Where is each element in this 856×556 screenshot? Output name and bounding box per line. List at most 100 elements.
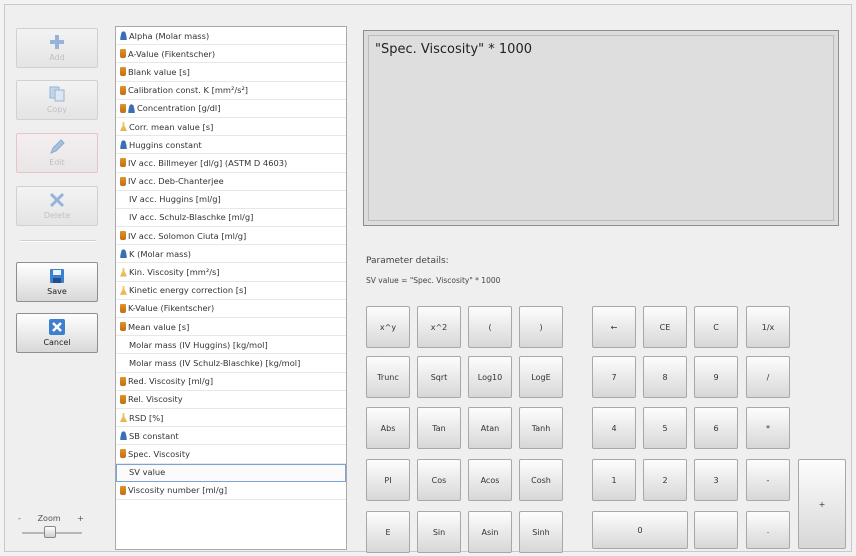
copy-button[interactable]: Copy bbox=[16, 80, 98, 120]
user-icon bbox=[120, 249, 127, 259]
bottle-icon bbox=[120, 103, 126, 113]
calc-func-key[interactable]: Tan bbox=[417, 407, 461, 449]
calc-func-key[interactable]: Sin bbox=[417, 511, 461, 553]
parameter-item-label: K (Molar mass) bbox=[129, 248, 192, 259]
parameter-item[interactable]: IV acc. Deb-Chanterjee bbox=[116, 173, 346, 191]
save-button-label: Save bbox=[47, 287, 67, 296]
cancel-button[interactable]: Cancel bbox=[16, 313, 98, 353]
parameter-list[interactable]: Alpha (Molar mass) A-Value (Fikentscher) B… bbox=[115, 26, 347, 550]
calc-num-key[interactable]: 5 bbox=[643, 407, 687, 449]
parameter-item[interactable]: SV value bbox=[116, 463, 346, 482]
calc-func-key[interactable]: x^y bbox=[366, 306, 410, 348]
zoom-slider-thumb[interactable] bbox=[44, 526, 56, 538]
calc-func-key[interactable]: Abs bbox=[366, 407, 410, 449]
parameter-item[interactable]: IV acc. Huggins [ml/g] bbox=[116, 191, 346, 209]
formula-editor[interactable]: "Spec. Viscosity" * 1000 bbox=[363, 30, 839, 226]
calc-func-key[interactable]: Log10 bbox=[468, 356, 512, 398]
delete-button-label: Delete bbox=[43, 211, 71, 220]
add-button-label: Add bbox=[49, 53, 65, 62]
calc-num-key[interactable]: 3 bbox=[694, 459, 738, 501]
calc-func-key[interactable]: E bbox=[366, 511, 410, 553]
parameter-item[interactable]: Blank value [s] bbox=[116, 63, 346, 82]
bottle-icon bbox=[120, 49, 126, 59]
calc-func-key[interactable]: ) bbox=[519, 306, 563, 348]
parameter-item[interactable]: Molar mass (IV Schulz-Blaschke) [kg/mol] bbox=[116, 354, 346, 373]
edit-button[interactable]: Edit bbox=[16, 133, 98, 173]
calc-num-key[interactable]: C bbox=[694, 306, 738, 348]
calc-func-key[interactable]: LogE bbox=[519, 356, 563, 398]
parameter-item[interactable]: Mean value [s] bbox=[116, 318, 346, 337]
calc-num-key[interactable]: 1/x bbox=[746, 306, 790, 348]
parameter-item-label: A-Value (Fikentscher) bbox=[128, 48, 216, 59]
parameter-item[interactable]: K-Value (Fikentscher) bbox=[116, 300, 346, 318]
parameter-item[interactable]: A-Value (Fikentscher) bbox=[116, 45, 346, 64]
blank-icon bbox=[120, 358, 127, 367]
calc-func-key[interactable]: x^2 bbox=[417, 306, 461, 348]
toolbar-separator bbox=[20, 240, 96, 242]
calc-func-key[interactable]: Atan bbox=[468, 407, 512, 449]
parameter-item[interactable]: Huggins constant bbox=[116, 136, 346, 155]
calc-num-key[interactable]: * bbox=[746, 407, 790, 449]
calc-num-key-zero[interactable]: 0 bbox=[592, 511, 688, 549]
parameter-item[interactable]: IV acc. Solomon Ciuta [ml/g] bbox=[116, 227, 346, 246]
parameter-item[interactable]: IV acc. Billmeyer [dl/g] (ASTM D 4603) bbox=[116, 154, 346, 173]
calc-func-key[interactable]: Sinh bbox=[519, 511, 563, 553]
calc-num-key[interactable]: - bbox=[746, 459, 790, 501]
flask-icon bbox=[120, 413, 127, 423]
add-button[interactable]: Add bbox=[16, 28, 98, 68]
bottle-icon bbox=[120, 85, 126, 95]
calc-num-key[interactable]: 2 bbox=[643, 459, 687, 501]
calc-func-key[interactable]: Asin bbox=[468, 511, 512, 553]
calc-func-key[interactable]: Trunc bbox=[366, 356, 410, 398]
calc-plus-key[interactable]: + bbox=[798, 459, 846, 549]
calc-func-key[interactable]: Sqrt bbox=[417, 356, 461, 398]
delete-button[interactable]: Delete bbox=[16, 186, 98, 226]
calc-func-key[interactable]: Acos bbox=[468, 459, 512, 501]
parameter-item[interactable]: Molar mass (IV Huggins) [kg/mol] bbox=[116, 336, 346, 355]
parameter-item[interactable]: Viscosity number [ml/g] bbox=[116, 482, 346, 500]
parameter-item[interactable]: Calibration const. K [mm²/s²] bbox=[116, 82, 346, 100]
zoom-in-button[interactable]: + bbox=[77, 514, 84, 523]
zoom-out-button[interactable]: - bbox=[18, 514, 21, 523]
calc-blank-key[interactable] bbox=[694, 511, 738, 549]
parameter-item[interactable]: Spec. Viscosity bbox=[116, 445, 346, 464]
parameter-item[interactable]: SB constant bbox=[116, 427, 346, 446]
parameter-item[interactable]: K (Molar mass) bbox=[116, 245, 346, 264]
calc-num-key[interactable]: 7 bbox=[592, 356, 636, 398]
parameter-item-label: Blank value [s] bbox=[128, 66, 190, 77]
parameter-item[interactable]: IV acc. Schulz-Blaschke [ml/g] bbox=[116, 209, 346, 228]
parameter-item-label: K-Value (Fikentscher) bbox=[128, 303, 215, 314]
calc-num-key[interactable]: ← bbox=[592, 306, 636, 348]
calc-func-key[interactable]: Cos bbox=[417, 459, 461, 501]
parameter-item[interactable]: Concentration [g/dl] bbox=[116, 100, 346, 118]
calc-num-key[interactable]: / bbox=[746, 356, 790, 398]
calc-num-key[interactable]: CE bbox=[643, 306, 687, 348]
calc-num-key[interactable]: 8 bbox=[643, 356, 687, 398]
blank-icon bbox=[120, 468, 127, 477]
calc-num-key[interactable]: 4 bbox=[592, 407, 636, 449]
parameter-item[interactable]: Corr. mean value [s] bbox=[116, 118, 346, 137]
parameter-item-label: Kinetic energy correction [s] bbox=[129, 285, 247, 296]
calc-func-key[interactable]: Cosh bbox=[519, 459, 563, 501]
formula-text[interactable]: "Spec. Viscosity" * 1000 bbox=[368, 35, 834, 221]
user-icon bbox=[120, 31, 127, 41]
calc-func-key[interactable]: Tanh bbox=[519, 407, 563, 449]
parameter-item-label: IV acc. Schulz-Blaschke [ml/g] bbox=[129, 212, 254, 223]
calc-num-key[interactable]: 9 bbox=[694, 356, 738, 398]
user-icon bbox=[120, 431, 127, 441]
calc-func-key[interactable]: PI bbox=[366, 459, 410, 501]
calc-decimal-key[interactable]: . bbox=[746, 511, 790, 549]
calc-func-key[interactable]: ( bbox=[468, 306, 512, 348]
parameter-item-label: IV acc. Huggins [ml/g] bbox=[129, 194, 221, 205]
parameter-item[interactable]: Red. Viscosity [ml/g] bbox=[116, 373, 346, 391]
save-button[interactable]: Save bbox=[16, 262, 98, 302]
calc-num-key[interactable]: 6 bbox=[694, 407, 738, 449]
bottle-icon bbox=[120, 231, 126, 241]
parameter-item[interactable]: Kin. Viscosity [mm²/s] bbox=[116, 263, 346, 282]
parameter-item[interactable]: Alpha (Molar mass) bbox=[116, 27, 346, 46]
calc-num-key[interactable]: 1 bbox=[592, 459, 636, 501]
parameter-item[interactable]: Rel. Viscosity bbox=[116, 391, 346, 409]
flask-icon bbox=[120, 267, 127, 277]
parameter-item[interactable]: Kinetic energy correction [s] bbox=[116, 282, 346, 300]
parameter-item[interactable]: RSD [%] bbox=[116, 409, 346, 428]
